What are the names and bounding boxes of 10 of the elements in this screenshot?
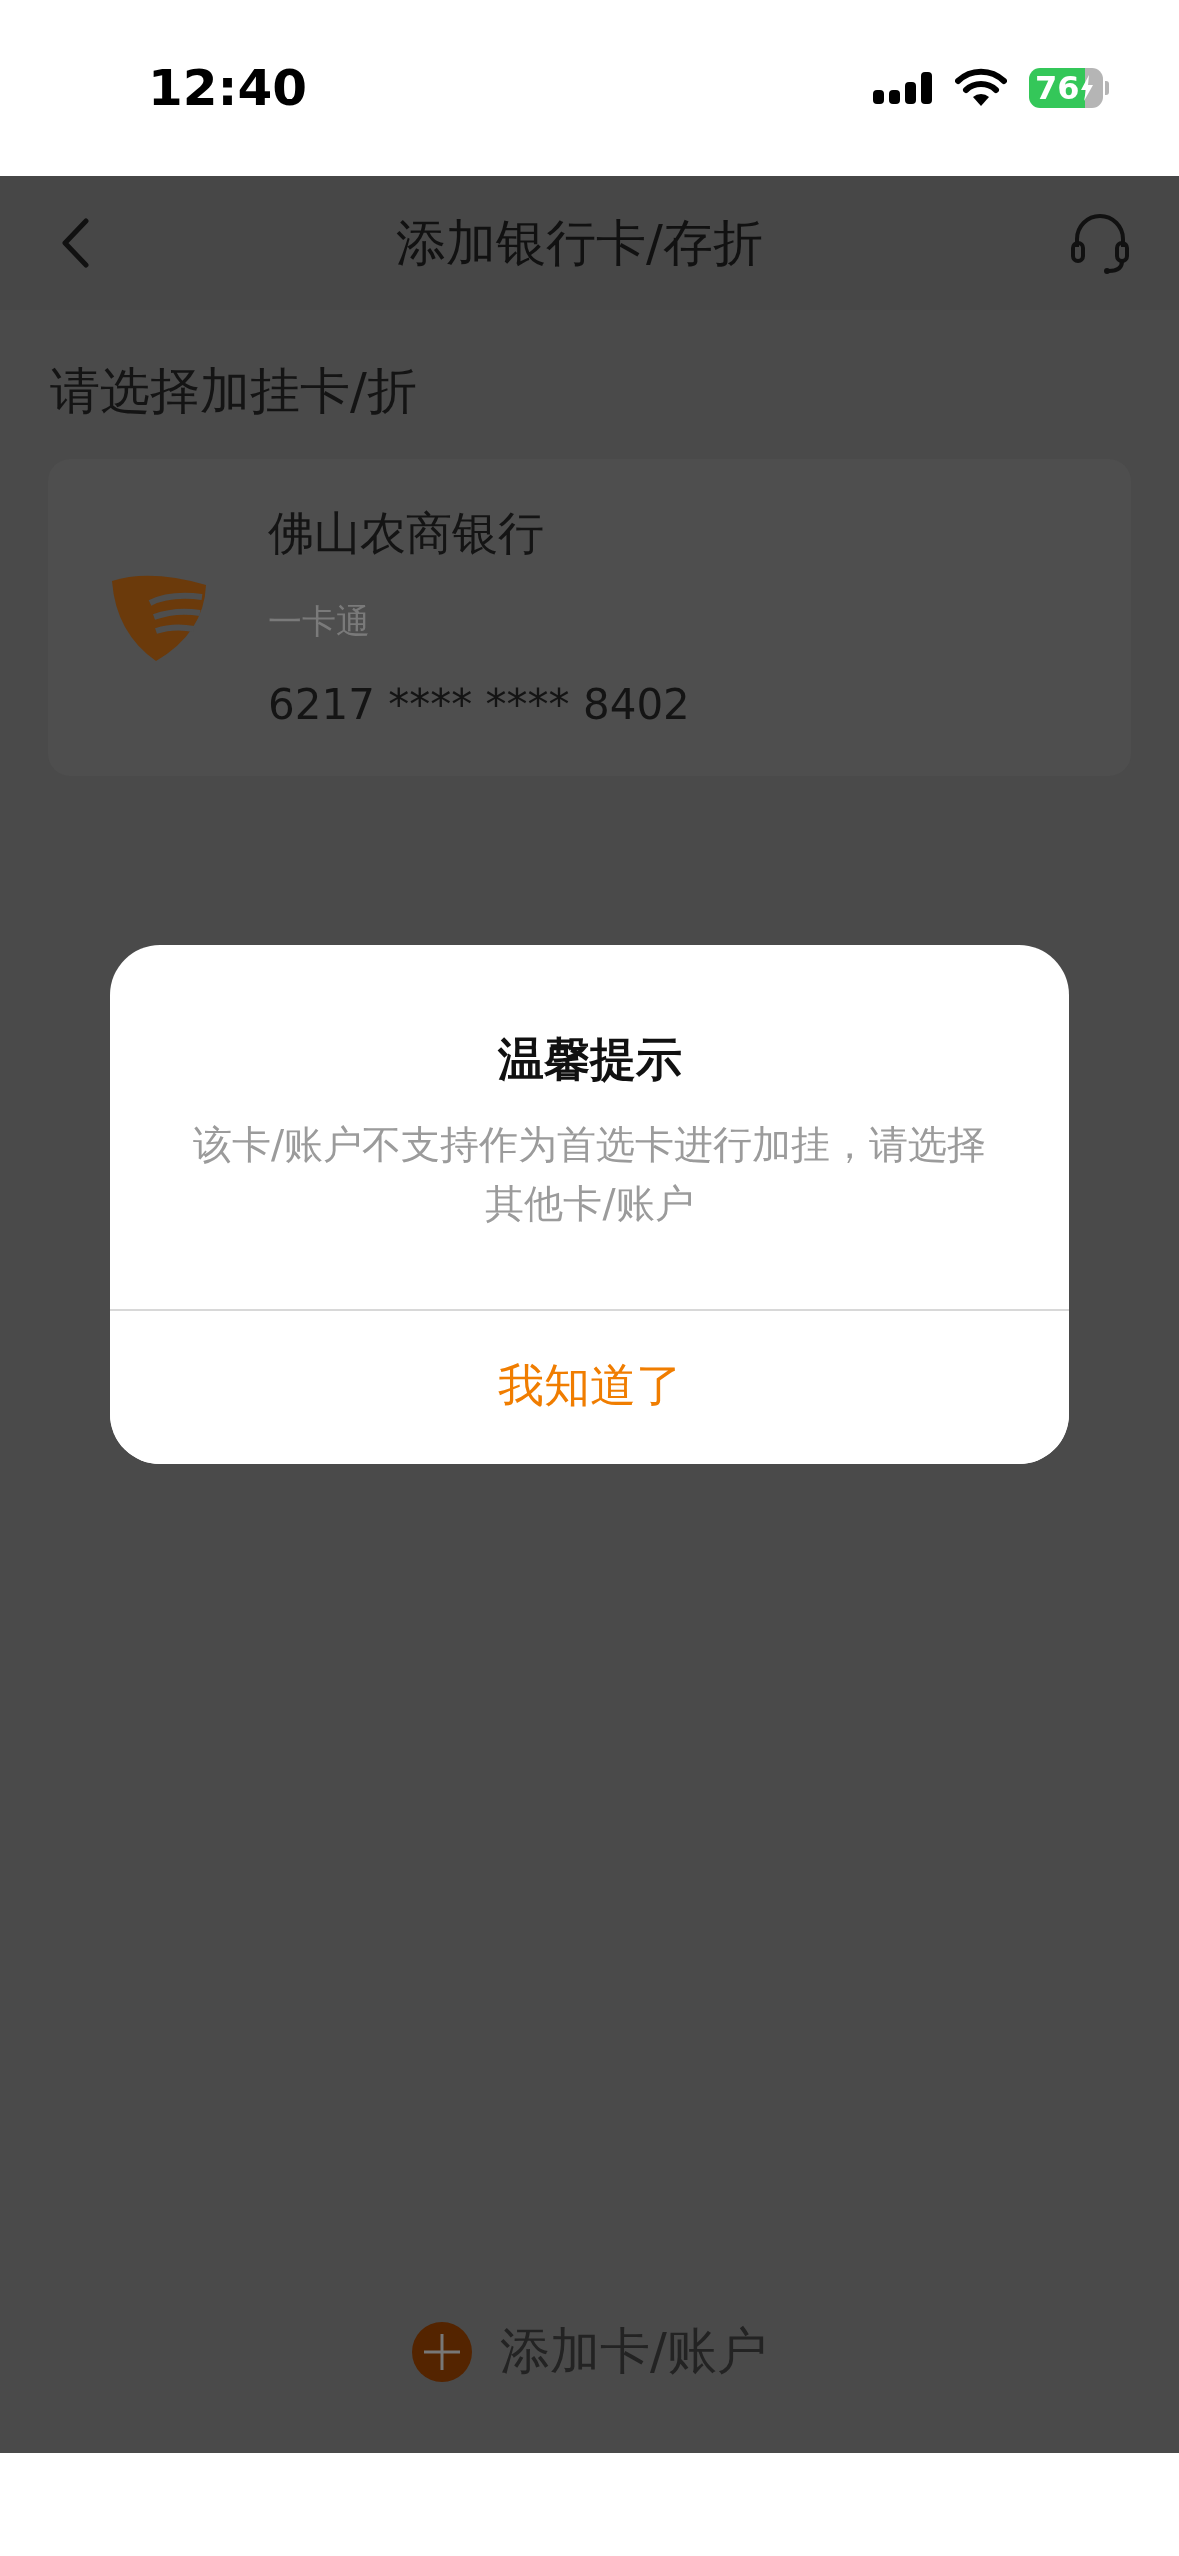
bank-name: 佛山农商银行 <box>268 505 545 562</box>
dialog-title: 温馨提示 <box>496 1031 683 1088</box>
back-button[interactable] <box>60 217 90 269</box>
plus-icon <box>412 2321 473 2382</box>
headset-icon[interactable] <box>1069 211 1131 275</box>
wifi-icon <box>955 68 1007 108</box>
status-time: 12:40 <box>148 57 308 119</box>
dialog-message: 该卡/账户不支持作为首选卡进行加挂，请选择其他卡/账户 <box>191 1121 988 1228</box>
card-number: 6217 **** **** 8402 <box>268 679 690 731</box>
confirm-button[interactable]: 我知道了 <box>110 1309 1069 1464</box>
